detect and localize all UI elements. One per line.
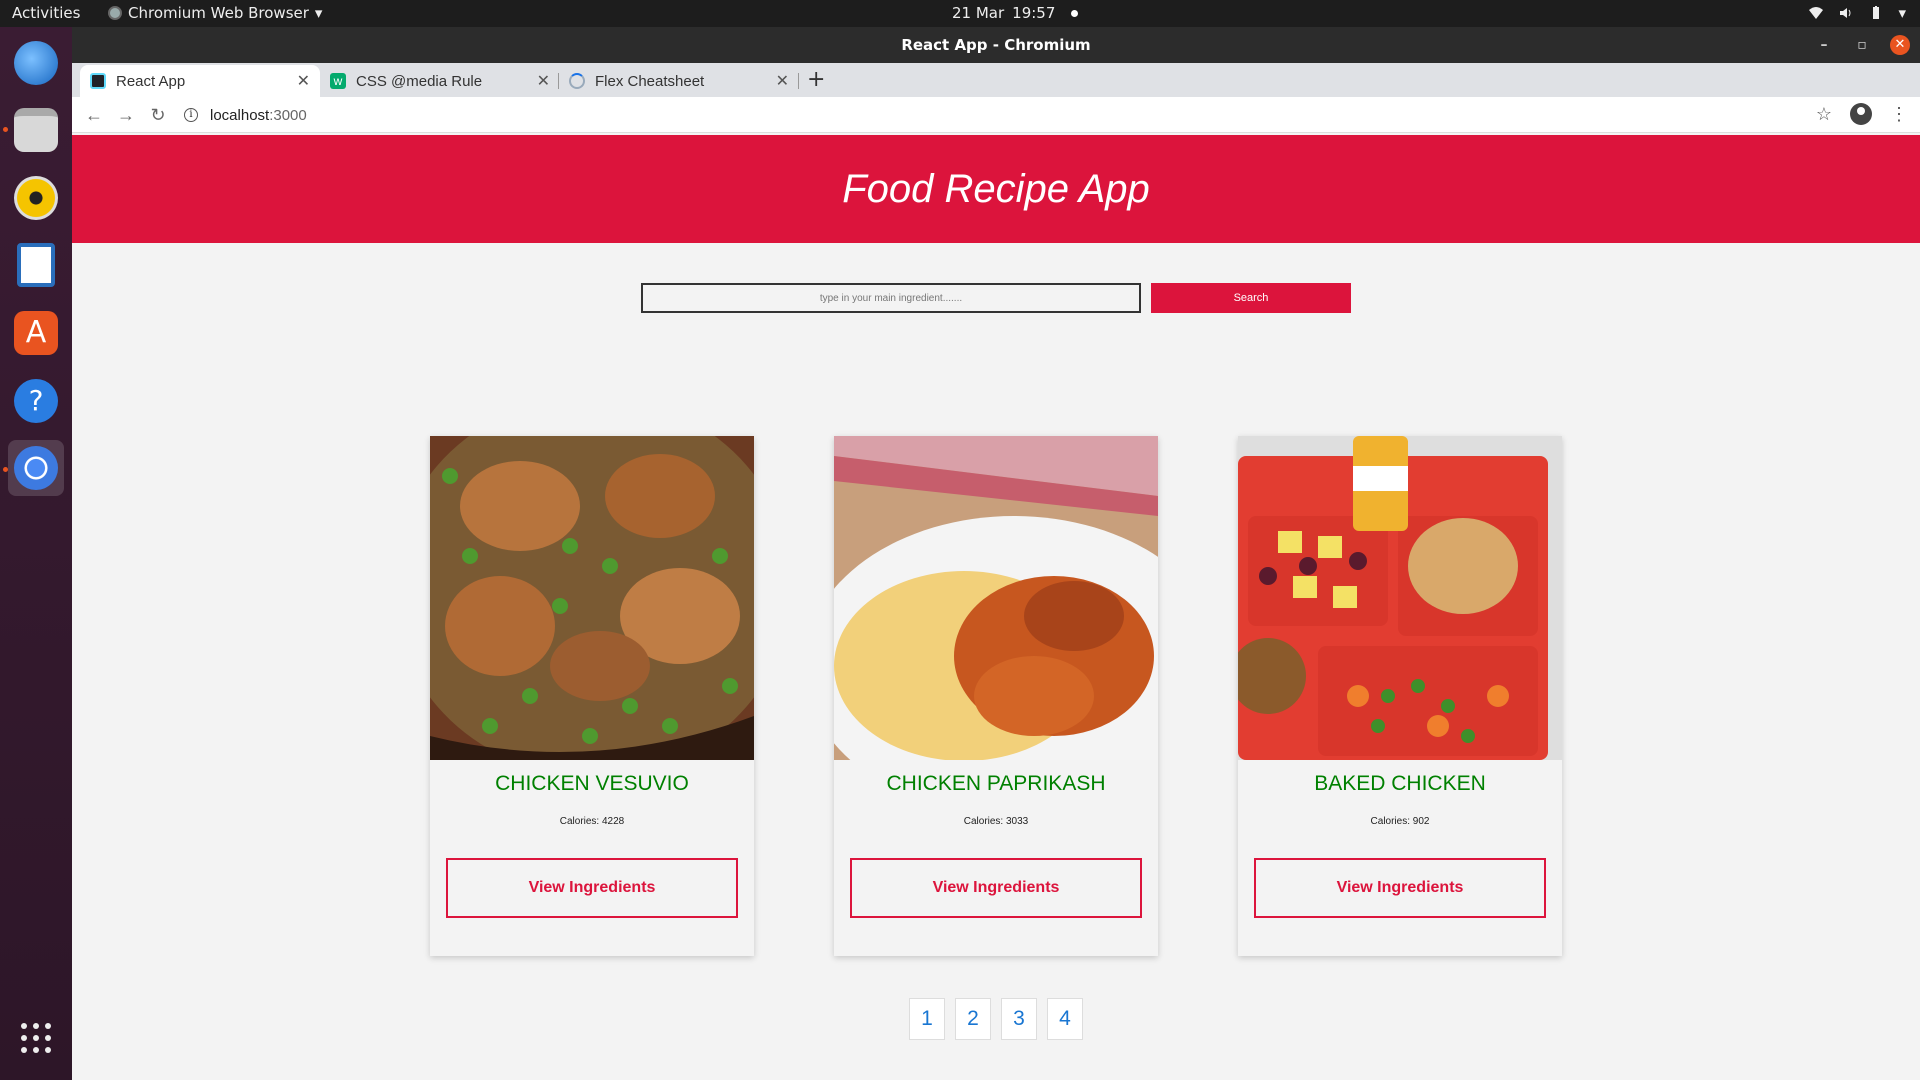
search-button[interactable]: Search: [1151, 283, 1351, 313]
address-bar[interactable]: i localhost:3000: [184, 101, 1824, 129]
notification-dot: [1071, 9, 1079, 17]
view-ingredients-button[interactable]: View Ingredients: [1254, 858, 1546, 918]
clock[interactable]: 21 Mar 19:57: [952, 4, 1079, 22]
tab-separator: [798, 73, 799, 89]
files-icon: [14, 108, 58, 152]
chromium-icon: [108, 6, 122, 20]
pagination: 1 2 3 4: [72, 998, 1920, 1040]
dock-rhythmbox[interactable]: [8, 170, 64, 226]
close-icon[interactable]: ✕: [776, 71, 789, 91]
reload-icon[interactable]: ↻: [146, 103, 170, 127]
tab-label: React App: [116, 72, 186, 90]
page-2-button[interactable]: 2: [955, 998, 991, 1040]
recipe-card: CHICKEN PAPRIKASH Calories: 3033 View In…: [834, 436, 1158, 956]
restore-icon[interactable]: ▫: [1852, 35, 1872, 55]
libreoffice-writer-icon: [17, 243, 55, 287]
minimize-icon[interactable]: –: [1814, 35, 1834, 55]
recipe-title: CHICKEN VESUVIO: [495, 772, 689, 795]
activities-button[interactable]: Activities: [12, 4, 80, 22]
battery-icon: [1873, 6, 1880, 19]
recipe-card: CHICKEN VESUVIO Calories: 4228 View Ingr…: [430, 436, 754, 956]
dock-chromium[interactable]: [8, 440, 64, 496]
app-menu[interactable]: Chromium Web Browser ▾: [108, 4, 322, 22]
help-icon: ?: [14, 379, 58, 423]
tab-css-media[interactable]: w CSS @media Rule ✕: [320, 65, 560, 97]
react-icon: [90, 73, 106, 89]
dock-thunderbird[interactable]: [8, 35, 64, 91]
app-header: Food Recipe App: [72, 135, 1920, 243]
back-icon[interactable]: ←: [82, 103, 106, 127]
profile-avatar-icon[interactable]: [1850, 103, 1872, 125]
recipe-calories: Calories: 902: [1370, 816, 1430, 827]
chromium-icon: [14, 446, 58, 490]
system-tray[interactable]: ▾: [1808, 4, 1906, 22]
forward-icon[interactable]: →: [114, 103, 138, 127]
view-ingredients-button[interactable]: View Ingredients: [850, 858, 1142, 918]
wifi-icon: [1809, 7, 1824, 19]
close-icon[interactable]: ✕: [297, 71, 310, 91]
recipe-image: [430, 436, 754, 760]
menu-kebab-icon[interactable]: ⋮: [1890, 104, 1908, 125]
dock: A ?: [0, 27, 72, 1080]
chevron-down-icon: ▾: [314, 4, 323, 22]
tab-react-app[interactable]: React App ✕: [80, 65, 320, 97]
window-title: React App - Chromium: [901, 36, 1091, 54]
tab-flex-cheatsheet[interactable]: Flex Cheatsheet ✕: [559, 65, 799, 97]
page-3-button[interactable]: 3: [1001, 998, 1037, 1040]
app-title: Food Recipe App: [842, 167, 1150, 211]
page-1-button[interactable]: 1: [909, 998, 945, 1040]
loading-icon: [569, 73, 585, 89]
bookmark-star-icon[interactable]: ☆: [1816, 104, 1832, 125]
tab-strip: React App ✕ w CSS @media Rule ✕ Flex Che…: [72, 63, 1920, 97]
window-titlebar: React App - Chromium – ▫ ✕: [72, 27, 1920, 63]
dock-writer[interactable]: [8, 237, 64, 293]
web-page: Food Recipe App Search: [72, 135, 1920, 1080]
recipe-image: [834, 436, 1158, 760]
recipe-list: CHICKEN VESUVIO Calories: 4228 View Ingr…: [72, 436, 1920, 956]
new-tab-button[interactable]: +: [807, 67, 825, 92]
app-grid-icon: [21, 1023, 51, 1053]
info-icon[interactable]: i: [184, 108, 198, 122]
search-form: Search: [72, 283, 1920, 313]
dock-app-grid[interactable]: [8, 1010, 64, 1066]
w3schools-icon: w: [330, 73, 346, 89]
recipe-calories: Calories: 3033: [963, 816, 1029, 827]
close-icon[interactable]: ✕: [537, 71, 550, 91]
recipe-title: CHICKEN PAPRIKASH: [886, 772, 1106, 795]
dock-software[interactable]: A: [8, 305, 64, 361]
date-label: 21 Mar: [952, 4, 1005, 22]
time-label: 19:57: [1012, 4, 1056, 22]
page-4-button[interactable]: 4: [1047, 998, 1083, 1040]
volume-icon: [1840, 8, 1851, 18]
software-center-icon: A: [14, 311, 58, 355]
browser-window: React App - Chromium – ▫ ✕ React App ✕ w…: [72, 27, 1920, 1080]
recipe-calories: Calories: 4228: [559, 816, 625, 827]
dock-files[interactable]: [8, 102, 64, 158]
browser-toolbar: ← → ↻ i localhost:3000 ☆ ⋮: [72, 97, 1920, 133]
dock-help[interactable]: ?: [8, 373, 64, 429]
url-host: localhost: [210, 106, 270, 124]
app-menu-label: Chromium Web Browser: [128, 4, 309, 22]
thunderbird-icon: [14, 41, 58, 85]
recipe-title: BAKED CHICKEN: [1314, 772, 1486, 795]
tab-label: Flex Cheatsheet: [595, 72, 705, 90]
ingredient-search-input[interactable]: [641, 283, 1141, 313]
recipe-image: [1238, 436, 1562, 760]
tab-label: CSS @media Rule: [356, 72, 483, 90]
rhythmbox-icon: [14, 176, 58, 220]
chevron-down-icon: ▾: [1898, 4, 1906, 22]
system-top-bar: Activities Chromium Web Browser ▾ 21 Mar…: [0, 0, 1920, 27]
view-ingredients-button[interactable]: View Ingredients: [446, 858, 738, 918]
recipe-card: BAKED CHICKEN Calories: 902 View Ingredi…: [1238, 436, 1562, 956]
close-icon[interactable]: ✕: [1890, 35, 1910, 55]
url-port: :3000: [269, 106, 307, 124]
